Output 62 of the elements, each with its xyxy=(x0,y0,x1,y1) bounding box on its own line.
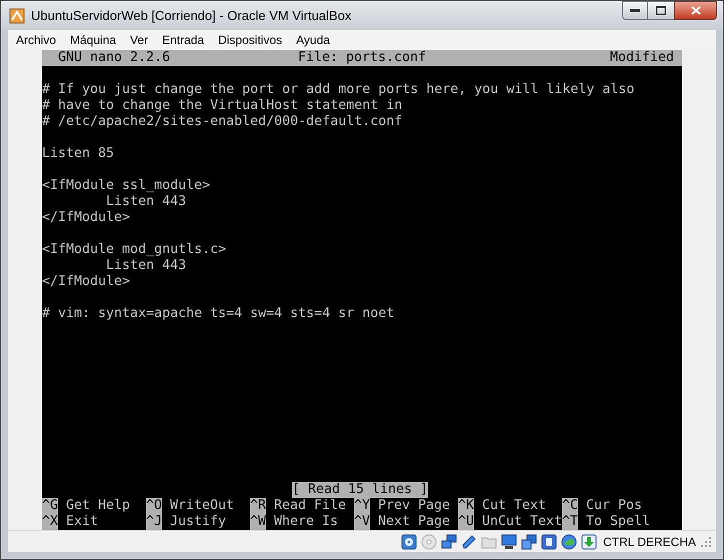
resize-grip-icon[interactable] xyxy=(700,536,712,548)
code-line: Listen 85 xyxy=(42,146,116,162)
buffer-state: Modified xyxy=(610,50,674,66)
code-line: </IfModule> xyxy=(42,210,132,226)
shortcut-label: WriteOut xyxy=(170,498,234,514)
code-line: # have to change the VirtualHost statement in xyxy=(42,98,404,114)
code-line: <IfModule ssl_module> xyxy=(42,178,212,194)
shortcut-label: Prev Page xyxy=(378,498,450,514)
minimize-icon xyxy=(630,8,640,12)
shortcut-key: ^J xyxy=(146,514,162,530)
menu-item[interactable]: Ayuda xyxy=(289,31,337,49)
editor-version: GNU nano 2.2.6 xyxy=(58,50,172,66)
code-line: # vim: syntax=apache ts=4 sw=4 sts=4 sr noet xyxy=(42,306,396,322)
file-name: File: ports.conf xyxy=(298,50,426,66)
shortcut-key: ^O xyxy=(146,498,162,514)
shortcut-key: ^W xyxy=(250,514,266,530)
globe-icon[interactable] xyxy=(561,534,578,550)
shortcut-key: ^Y xyxy=(354,498,370,514)
shortcut-label: Cut Text xyxy=(482,498,546,514)
host-key-label: CTRL DERECHA xyxy=(603,534,696,550)
shortcut-label: Next Page xyxy=(378,514,450,530)
menu-item[interactable]: Archivo xyxy=(9,31,64,49)
code-line: # If you just change the port or add more ports here, you will likely also xyxy=(42,82,636,98)
shortcut-label: Get Help xyxy=(66,498,130,514)
shortcut-key: ^R xyxy=(250,498,266,514)
shortcut-key: ^C xyxy=(562,498,578,514)
network-icon[interactable] xyxy=(441,534,458,550)
shortcut-key: ^T xyxy=(562,514,578,530)
code-line: # /etc/apache2/sites-enabled/000-default.conf xyxy=(42,114,404,130)
code-line: Listen 443 xyxy=(105,258,188,274)
download-arrow-icon[interactable] xyxy=(581,534,598,550)
menu-item[interactable]: Dispositivos xyxy=(211,31,290,49)
shortcut-label: Read File xyxy=(274,498,346,514)
close-button[interactable] xyxy=(674,1,717,20)
shortcut-label: Justify xyxy=(170,514,226,530)
minimize-button[interactable] xyxy=(622,1,648,20)
shortcut-label: Exit xyxy=(66,514,98,530)
shortcut-label: UnCut Text xyxy=(482,514,562,530)
shortcut-key: ^U xyxy=(458,514,474,530)
menu-item[interactable]: Ver xyxy=(123,31,156,49)
windows-stack-icon[interactable] xyxy=(521,534,538,550)
shortcut-key: ^X xyxy=(42,514,58,530)
shortcut-key: ^G xyxy=(42,498,58,514)
window-title: UbuntuServidorWeb [Corriendo] - Oracle VM VirtualBox xyxy=(31,6,352,25)
code-line: </IfModule> xyxy=(42,274,132,290)
maximize-icon xyxy=(656,6,666,15)
shortcut-label: Cur Pos xyxy=(586,498,642,514)
code-line: Listen 443 xyxy=(105,194,188,210)
menu-item[interactable]: Entrada xyxy=(155,31,212,49)
pen-icon[interactable] xyxy=(461,534,478,550)
maximize-button[interactable] xyxy=(648,1,674,20)
shortcut-label: To Spell xyxy=(586,514,650,530)
chip-icon[interactable] xyxy=(541,534,558,550)
menu-item[interactable]: Máquina xyxy=(63,31,124,49)
code-line: <IfModule mod_gnutls.c> xyxy=(42,242,228,258)
status-message: [ Read 15 lines ] xyxy=(292,482,428,498)
shortcut-key: ^V xyxy=(354,514,370,530)
monitor-icon[interactable] xyxy=(501,534,518,550)
close-icon xyxy=(690,6,700,15)
app-icon xyxy=(9,8,25,24)
shortcut-label: Where Is xyxy=(274,514,338,530)
shortcut-key: ^K xyxy=(458,498,474,514)
